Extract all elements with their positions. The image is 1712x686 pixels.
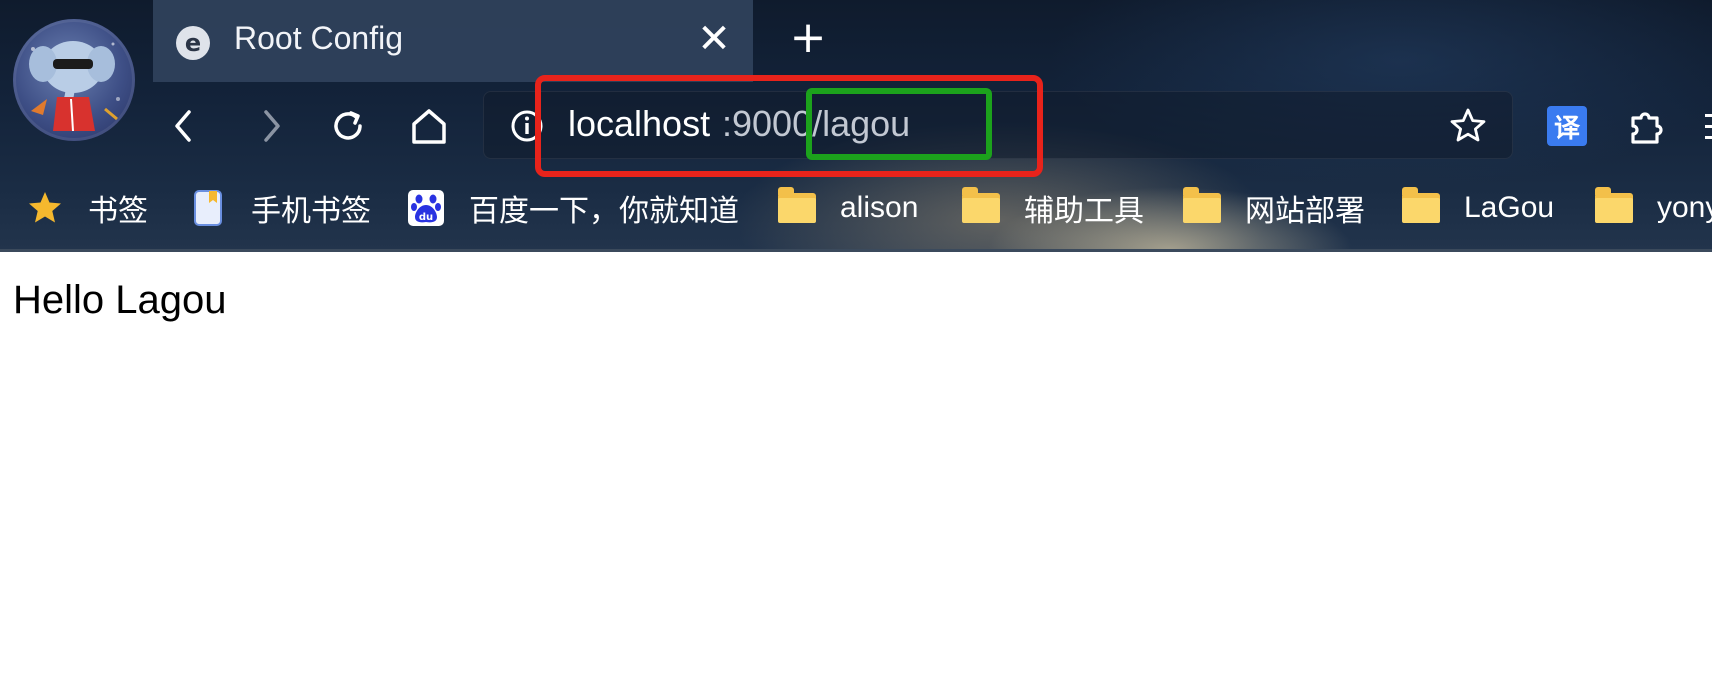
bookmark-label: 百度一下，你就知道 [469,195,739,228]
folder-icon [1183,187,1221,227]
bookmark-item-mobile[interactable]: 手机书签 [189,186,371,230]
chevron-left-icon [175,110,191,142]
chevron-right-icon [264,110,280,142]
reload-icon [334,111,362,140]
green-annotation-box [806,88,992,160]
bookmark-item-bookmarks[interactable]: 书签 [26,186,148,230]
extensions-puzzle-button[interactable] [1625,104,1669,148]
browser-menu-button[interactable] [1703,112,1712,142]
back-button[interactable] [163,104,207,148]
folder-icon [1402,187,1440,227]
bookmark-label: 辅助工具 [1024,195,1144,228]
bookmark-folder-lagou[interactable]: LaGou [1402,186,1554,230]
baidu-icon: du [407,189,445,227]
folder-icon [778,187,816,227]
phone-bookmark-icon [189,189,227,227]
page-content-text: Hello Lagou [13,278,227,322]
bookmark-label: yony [1657,191,1712,224]
bookmark-label: 网站部署 [1245,195,1365,228]
puzzle-icon [1631,112,1663,144]
star-icon [26,189,64,227]
folder-icon [962,187,1000,227]
bookmark-label: alison [840,191,919,224]
avatar-image [29,41,120,132]
bookmark-folder-deploy[interactable]: 网站部署 [1183,186,1365,230]
bookmark-label: 书签 [88,195,148,228]
bookmark-star-button[interactable] [1448,106,1488,146]
home-icon [412,109,446,144]
star-outline-icon [1450,108,1486,142]
profile-avatar[interactable] [13,19,135,141]
folder-icon [1595,187,1633,227]
bookmark-folder-alison[interactable]: alison [778,186,918,230]
bookmark-folder-tools[interactable]: 辅助工具 [962,186,1144,230]
bookmark-label: LaGou [1464,191,1555,224]
menu-lines-icon [1705,114,1712,139]
home-button[interactable] [407,104,451,148]
tab-title: Root Config [234,20,403,56]
translate-extension-icon[interactable]: 译 [1547,106,1587,146]
new-tab-button[interactable]: + [788,16,828,62]
tab-favicon-icon: e [176,26,210,60]
bookmark-folder-yony[interactable]: yony [1595,186,1712,230]
forward-button[interactable] [248,104,292,148]
reload-button[interactable] [326,104,370,148]
close-tab-button[interactable]: ✕ [697,19,731,59]
toolbar-divider [0,249,1712,252]
bookmark-label: 手机书签 [251,195,371,228]
browser-chrome: e Root Config ✕ + localhost :9000/lagou [0,0,1712,251]
bookmark-item-baidu[interactable]: du 百度一下，你就知道 [407,186,739,230]
svg-text:du: du [419,212,433,223]
